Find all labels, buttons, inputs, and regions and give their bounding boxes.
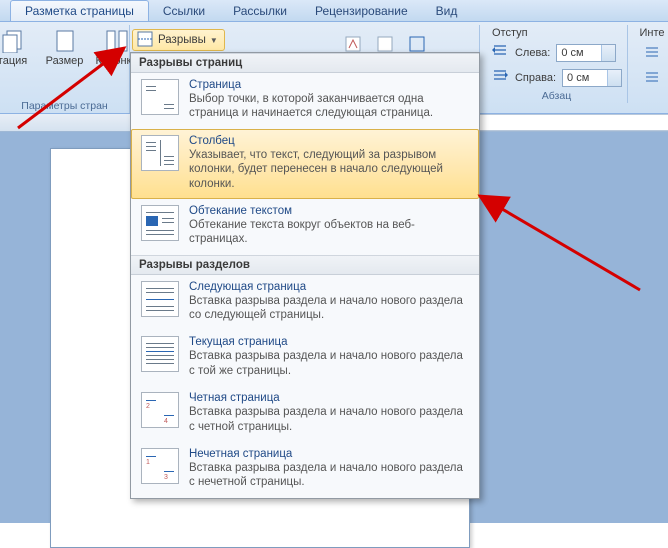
size-icon	[49, 29, 81, 53]
thumb-nextpage-icon	[141, 281, 179, 317]
gallery-item-column[interactable]: Столбец Указывает, что текст, следующий …	[131, 129, 479, 199]
indent-left-field[interactable]: 0 см	[556, 44, 616, 62]
group-paragraph: Отступ Слева: 0 см Справа: 0 см Абзац	[486, 25, 628, 103]
orientation-icon	[0, 29, 29, 53]
indent-left-icon	[491, 42, 509, 63]
indent-left-label: Слева:	[515, 47, 550, 59]
spacing-before-icon[interactable]	[643, 43, 661, 64]
gallery-item-title: Четная страница	[189, 392, 469, 404]
columns-icon	[101, 29, 133, 53]
spacing-header: Инте	[639, 27, 664, 39]
tab-review[interactable]: Рецензирование	[301, 1, 422, 21]
thumb-column-icon	[141, 135, 179, 171]
gallery-item-desc: Обтекание текста вокруг объектов на веб-…	[189, 218, 469, 247]
gallery-item-title: Следующая страница	[189, 281, 469, 293]
breaks-label: Разрывы	[158, 34, 206, 46]
group-page-setup: тация Размер Колонки Параметры стран	[0, 25, 130, 113]
indent-header: Отступ	[492, 27, 621, 39]
indent-right-icon	[491, 67, 509, 88]
chevron-down-icon: ▼	[210, 36, 218, 45]
gallery-item-title: Столбец	[189, 135, 469, 147]
orientation-button[interactable]: тация	[0, 27, 37, 69]
gallery-item-title: Обтекание текстом	[189, 205, 469, 217]
gallery-item-title: Текущая страница	[189, 336, 469, 348]
thumb-oddpage-icon: 1 3	[141, 448, 179, 484]
gallery-item-continuous[interactable]: Текущая страница Вставка разрыва раздела…	[131, 330, 479, 386]
gallery-item-title: Страница	[189, 79, 469, 91]
thumb-textwrap-icon	[141, 205, 179, 241]
gallery-section-section-breaks: Разрывы разделов	[131, 255, 479, 275]
breaks-icon	[136, 30, 154, 51]
size-label: Размер	[46, 55, 84, 67]
gallery-item-title: Нечетная страница	[189, 448, 469, 460]
gallery-item-nextpage[interactable]: Следующая страница Вставка разрыва разде…	[131, 275, 479, 331]
indent-right-value: 0 см	[567, 72, 589, 84]
gallery-item-oddpage[interactable]: 1 3 Нечетная страница Вставка разрыва ра…	[131, 442, 479, 498]
group-page-setup-caption: Параметры стран	[21, 98, 107, 113]
tab-references[interactable]: Ссылки	[149, 1, 219, 21]
gallery-item-textwrap[interactable]: Обтекание текстом Обтекание текста вокру…	[131, 199, 479, 255]
group-paragraph-caption: Абзац	[542, 88, 571, 103]
breaks-button[interactable]: Разрывы ▼	[132, 29, 225, 51]
tab-mailings[interactable]: Рассылки	[219, 1, 301, 21]
orientation-label: тация	[0, 55, 27, 67]
spacing-after-icon[interactable]	[643, 68, 661, 89]
thumb-page-icon	[141, 79, 179, 115]
gallery-item-desc: Вставка разрыва раздела и начало нового …	[189, 349, 469, 378]
gallery-item-desc: Указывает, что текст, следующий за разры…	[189, 148, 469, 191]
indent-right-label: Справа:	[515, 72, 556, 84]
gallery-item-desc: Вставка разрыва раздела и начало нового …	[189, 405, 469, 434]
breaks-gallery: Разрывы страниц Страница Выбор точки, в …	[130, 52, 480, 499]
tab-view[interactable]: Вид	[422, 1, 472, 21]
thumb-evenpage-icon: 2 4	[141, 392, 179, 428]
indent-right-field[interactable]: 0 см	[562, 69, 622, 87]
gallery-item-desc: Вставка разрыва раздела и начало нового …	[189, 461, 469, 490]
group-spacing: Инте	[632, 25, 668, 89]
tab-page-layout[interactable]: Разметка страницы	[10, 0, 149, 21]
gallery-section-page-breaks: Разрывы страниц	[131, 53, 479, 73]
thumb-continuous-icon	[141, 336, 179, 372]
ribbon-tabstrip: Разметка страницы Ссылки Рассылки Реценз…	[0, 0, 668, 22]
indent-left-value: 0 см	[561, 47, 583, 59]
gallery-item-evenpage[interactable]: 2 4 Четная страница Вставка разрыва разд…	[131, 386, 479, 442]
gallery-item-desc: Вставка разрыва раздела и начало нового …	[189, 294, 469, 323]
gallery-item-desc: Выбор точки, в которой заканчивается одн…	[189, 92, 469, 121]
gallery-item-page[interactable]: Страница Выбор точки, в которой заканчив…	[131, 73, 479, 129]
size-button[interactable]: Размер	[41, 27, 89, 69]
